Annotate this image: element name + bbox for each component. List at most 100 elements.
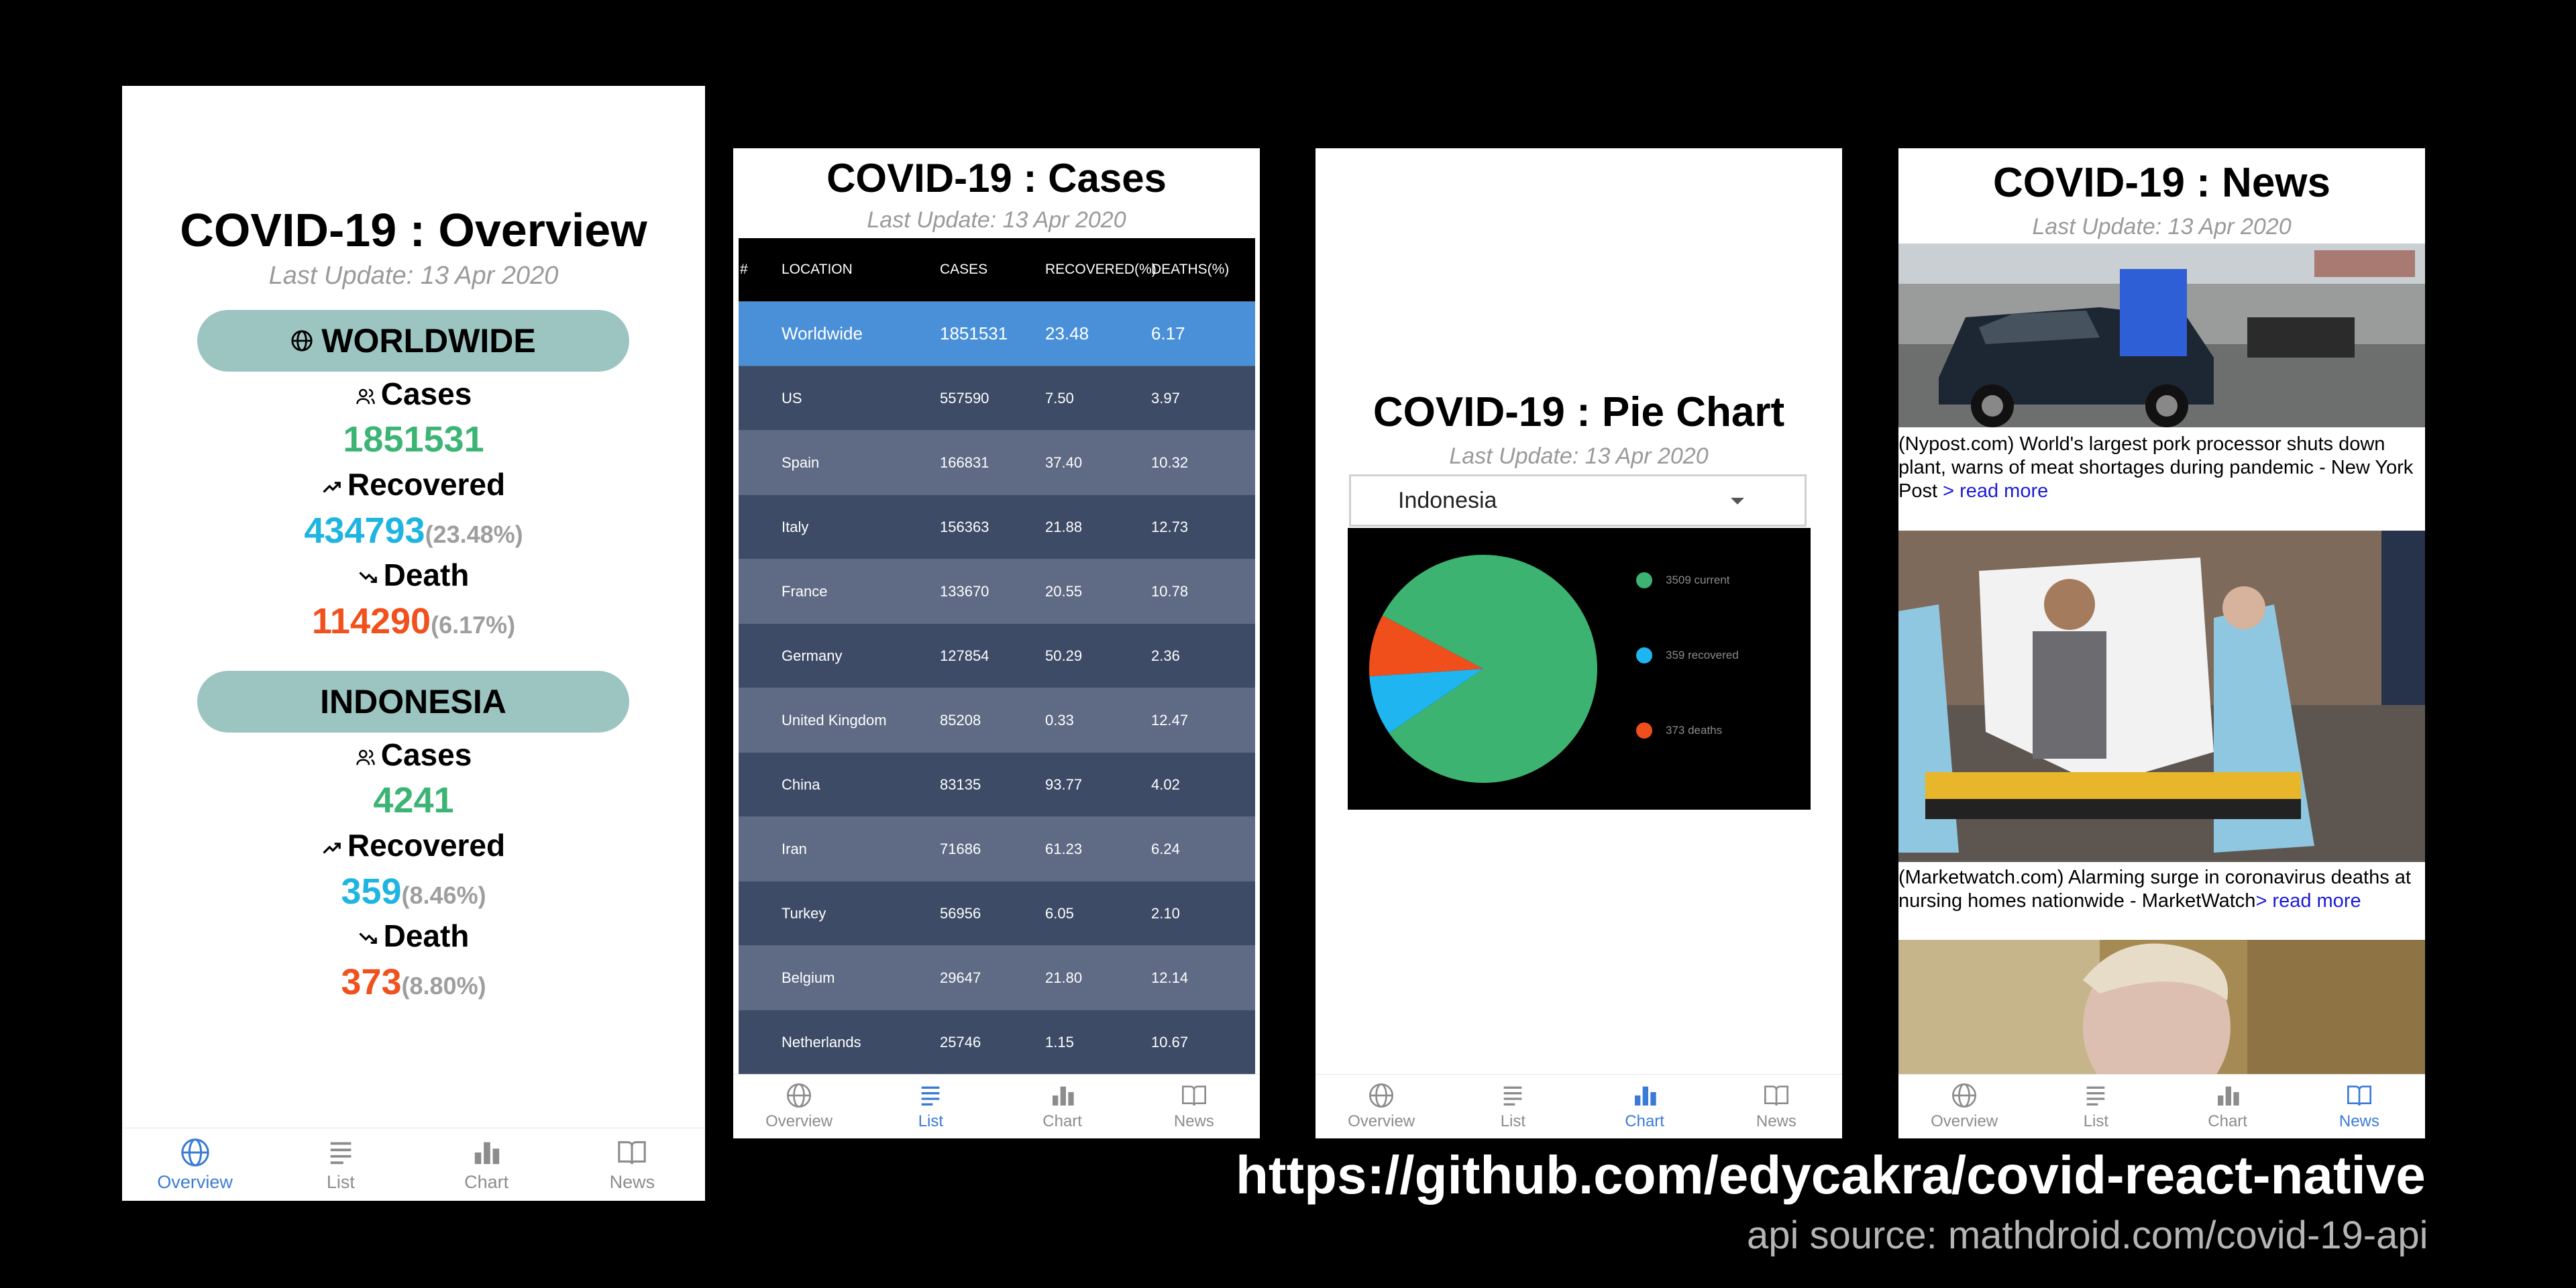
page-title: COVID-19 : Pie Chart	[1373, 389, 1785, 435]
cell-recovered: 6.05	[1045, 904, 1074, 922]
car-photo-image	[1898, 244, 2425, 427]
cell-location: Germany	[782, 647, 843, 664]
trending-up-icon	[323, 482, 341, 493]
cell-recovered: 50.29	[1045, 647, 1083, 664]
country-select[interactable]: Indonesia	[1349, 474, 1807, 527]
table-row[interactable]: US 557590 7.50 3.97	[739, 366, 1255, 431]
cell-cases: 85208	[940, 711, 981, 729]
tab-chart[interactable]: Chart	[2162, 1075, 2294, 1138]
cell-deaths: 4.02	[1151, 775, 1180, 793]
table-row[interactable]: Spain 166831 37.40 10.32	[739, 431, 1255, 495]
bar-chart-icon	[474, 1142, 500, 1164]
tab-overview[interactable]: Overview	[1898, 1075, 2030, 1138]
list-icon	[2087, 1086, 2105, 1106]
github-url[interactable]: https://github.com/edycakra/covid-react-…	[1236, 1144, 2426, 1206]
legend-item-recovered: 359 recovered	[1636, 647, 1739, 663]
read-more-link[interactable]: > read more	[1943, 480, 2048, 502]
globe-icon	[1952, 1083, 1977, 1108]
tab-news[interactable]: News	[1128, 1075, 1260, 1138]
table-row[interactable]: France 133670 20.55 10.78	[739, 559, 1255, 624]
legend-swatch	[1636, 722, 1652, 739]
cell-recovered: 21.88	[1045, 518, 1083, 535]
worldwide-label: WORLDWIDE	[321, 322, 536, 360]
tab-chart[interactable]: Chart	[997, 1075, 1128, 1138]
table-row[interactable]: Germany 127854 50.29 2.36	[739, 624, 1255, 688]
cases-label: Cases	[122, 376, 705, 412]
death-label: Death	[122, 918, 705, 954]
page-title: COVID-19 : Overview	[180, 204, 647, 256]
cell-recovered: 7.50	[1045, 389, 1074, 407]
tab-list[interactable]: List	[865, 1075, 996, 1138]
death-label: Death	[122, 557, 705, 593]
tab-list[interactable]: List	[1447, 1075, 1578, 1138]
bottom-tab-bar: Overview List Chart News	[733, 1074, 1260, 1138]
read-more-link[interactable]: > read more	[2255, 890, 2361, 912]
bar-chart-icon	[1634, 1086, 1656, 1106]
header-cases[interactable]: CASES	[940, 262, 1045, 278]
overview-screen: COVID-19 : Overview Last Update: 13 Apr …	[122, 86, 705, 1201]
tab-overview[interactable]: Overview	[122, 1128, 268, 1201]
table-row[interactable]: Italy 156363 21.88 12.73	[739, 495, 1255, 559]
table-row-worldwide[interactable]: Worldwide 1851531 23.48 6.17	[739, 302, 1255, 366]
legend-swatch	[1636, 572, 1652, 588]
list-icon	[1504, 1086, 1522, 1106]
cell-cases: 56956	[940, 904, 981, 922]
bar-chart-icon	[1052, 1086, 1074, 1106]
page-title: COVID-19 : Cases	[826, 156, 1167, 201]
tab-overview[interactable]: Overview	[733, 1075, 865, 1138]
book-icon	[1764, 1085, 1788, 1106]
tab-overview[interactable]: Overview	[1316, 1075, 1447, 1138]
news-item-1: (Nypost.com) World's largest pork proces…	[1898, 433, 2418, 503]
cell-location: Turkey	[782, 904, 826, 922]
worldwide-cases: 1851531	[343, 419, 484, 460]
news-image[interactable]	[1898, 244, 2425, 427]
cell-cases: 1851531	[940, 323, 1008, 343]
tab-news[interactable]: News	[1711, 1075, 1842, 1138]
cell-cases: 29647	[940, 969, 981, 986]
pie-chart-svg	[1369, 555, 1597, 783]
header-location[interactable]: LOCATION	[782, 262, 940, 278]
table-row[interactable]: Netherlands 25746 1.15 10.67	[739, 1010, 1255, 1075]
globe-icon	[180, 1138, 209, 1167]
book-icon	[2347, 1085, 2371, 1106]
portrait-photo-image	[1898, 940, 2425, 1074]
recovered-label: Recovered	[122, 466, 705, 502]
tab-list[interactable]: List	[2030, 1075, 2161, 1138]
list-icon	[922, 1086, 940, 1106]
tab-chart[interactable]: Chart	[414, 1128, 559, 1201]
cell-cases: 557590	[940, 389, 989, 407]
table-row[interactable]: Iran 71686 61.23 6.24	[739, 817, 1255, 881]
tab-news[interactable]: News	[559, 1128, 705, 1201]
cell-recovered: 93.77	[1045, 775, 1083, 793]
header-recovered[interactable]: RECOVERED(%)	[1045, 262, 1157, 278]
cases-label: Cases	[122, 737, 705, 773]
cell-cases: 133670	[940, 582, 989, 600]
tab-chart[interactable]: Chart	[1579, 1075, 1711, 1138]
country-select-value: Indonesia	[1398, 487, 1497, 513]
table-row[interactable]: United Kingdom 85208 0.33 12.47	[739, 688, 1255, 753]
cell-cases: 166831	[940, 453, 989, 471]
table-row[interactable]: Turkey 56956 6.05 2.10	[739, 881, 1255, 946]
news-image[interactable]	[1898, 531, 2425, 862]
indonesia-header: INDONESIA	[197, 671, 629, 733]
cases-screen: COVID-19 : Cases Last Update: 13 Apr 202…	[733, 148, 1260, 1138]
table-row[interactable]: China 83135 93.77 4.02	[739, 753, 1255, 817]
cell-deaths: 6.17	[1151, 323, 1185, 343]
table-row[interactable]: Belgium 29647 21.80 12.14	[739, 946, 1255, 1010]
api-source: api source: mathdroid.com/covid-19-api	[1747, 1214, 2428, 1257]
header-deaths[interactable]: DEATHS(%)	[1151, 262, 1252, 278]
bottom-tab-bar: Overview List Chart News	[122, 1128, 705, 1201]
tab-list[interactable]: List	[268, 1128, 413, 1201]
news-image[interactable]	[1898, 940, 2425, 1074]
news-screen: COVID-19 : News Last Update: 13 Apr 2020…	[1898, 148, 2425, 1138]
cell-recovered: 1.15	[1045, 1033, 1074, 1051]
tab-news[interactable]: News	[2294, 1075, 2425, 1138]
last-update: Last Update: 13 Apr 2020	[2032, 214, 2292, 239]
legend-swatch	[1636, 647, 1652, 663]
indonesia-recovered: 359(8.46%)	[341, 871, 486, 912]
last-update: Last Update: 13 Apr 2020	[867, 207, 1126, 233]
cell-deaths: 3.97	[1151, 389, 1180, 407]
trending-down-icon	[358, 932, 377, 944]
news-item-2: (Marketwatch.com) Alarming surge in coro…	[1898, 866, 2418, 913]
indonesia-label: INDONESIA	[320, 683, 506, 720]
